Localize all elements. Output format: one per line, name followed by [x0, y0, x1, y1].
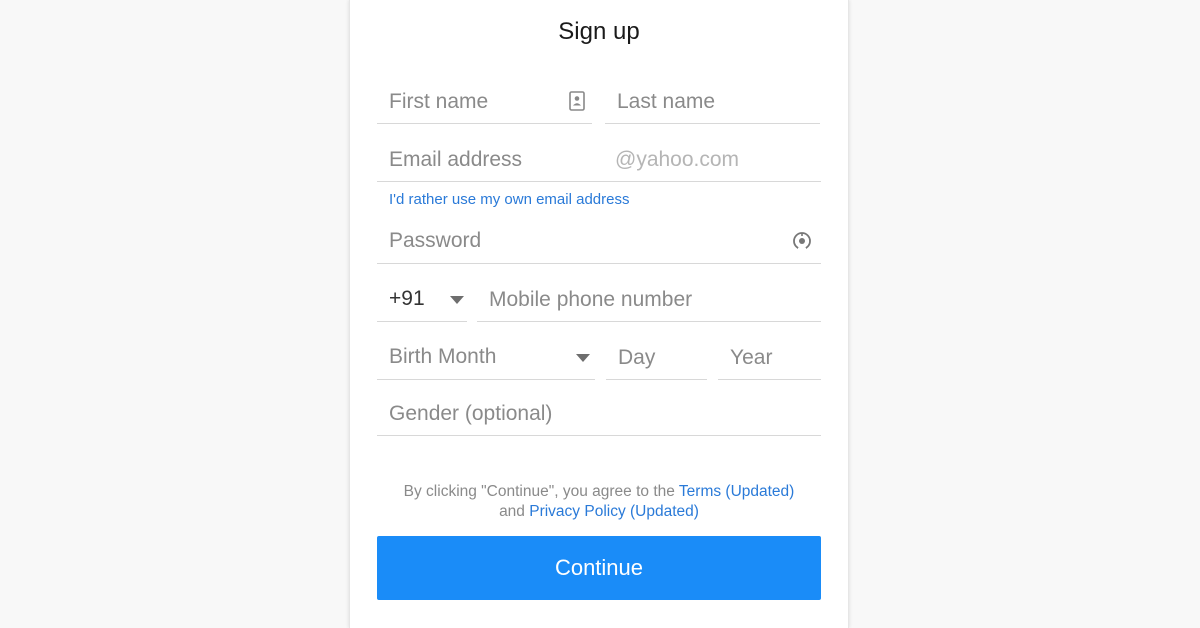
email-input[interactable]	[377, 138, 821, 182]
last-name-input[interactable]	[605, 80, 820, 124]
privacy-policy-link[interactable]: Privacy Policy (Updated)	[529, 503, 699, 520]
terms-prefix: By clicking "Continue", you agree to the	[403, 483, 679, 500]
terms-link[interactable]: Terms (Updated)	[679, 483, 794, 500]
birth-day-input[interactable]	[606, 336, 707, 380]
first-name-input[interactable]	[377, 80, 592, 124]
birth-month-value: Birth Month	[389, 345, 497, 368]
gender-input[interactable]	[377, 392, 821, 436]
signup-card: Sign up @yahoo.com I'd rather use my own…	[349, 0, 849, 628]
continue-button[interactable]: Continue	[377, 536, 821, 600]
page-title: Sign up	[558, 18, 640, 45]
chevron-down-icon	[450, 296, 464, 304]
own-email-link[interactable]: I'd rather use my own email address	[389, 191, 629, 208]
password-input[interactable]	[377, 219, 821, 264]
eye-icon[interactable]	[792, 231, 812, 251]
mobile-phone-input[interactable]	[477, 278, 821, 322]
terms-and: and	[499, 503, 530, 520]
chevron-down-icon	[576, 354, 590, 362]
country-code-value: +91	[389, 287, 425, 310]
country-code-select[interactable]: +91	[377, 278, 467, 322]
email-domain-suffix: @yahoo.com	[615, 148, 740, 171]
terms-notice: By clicking "Continue", you agree to the…	[350, 482, 848, 522]
birth-year-input[interactable]	[718, 336, 821, 380]
contact-card-icon[interactable]	[569, 91, 585, 111]
birth-month-select[interactable]: Birth Month	[377, 336, 595, 380]
